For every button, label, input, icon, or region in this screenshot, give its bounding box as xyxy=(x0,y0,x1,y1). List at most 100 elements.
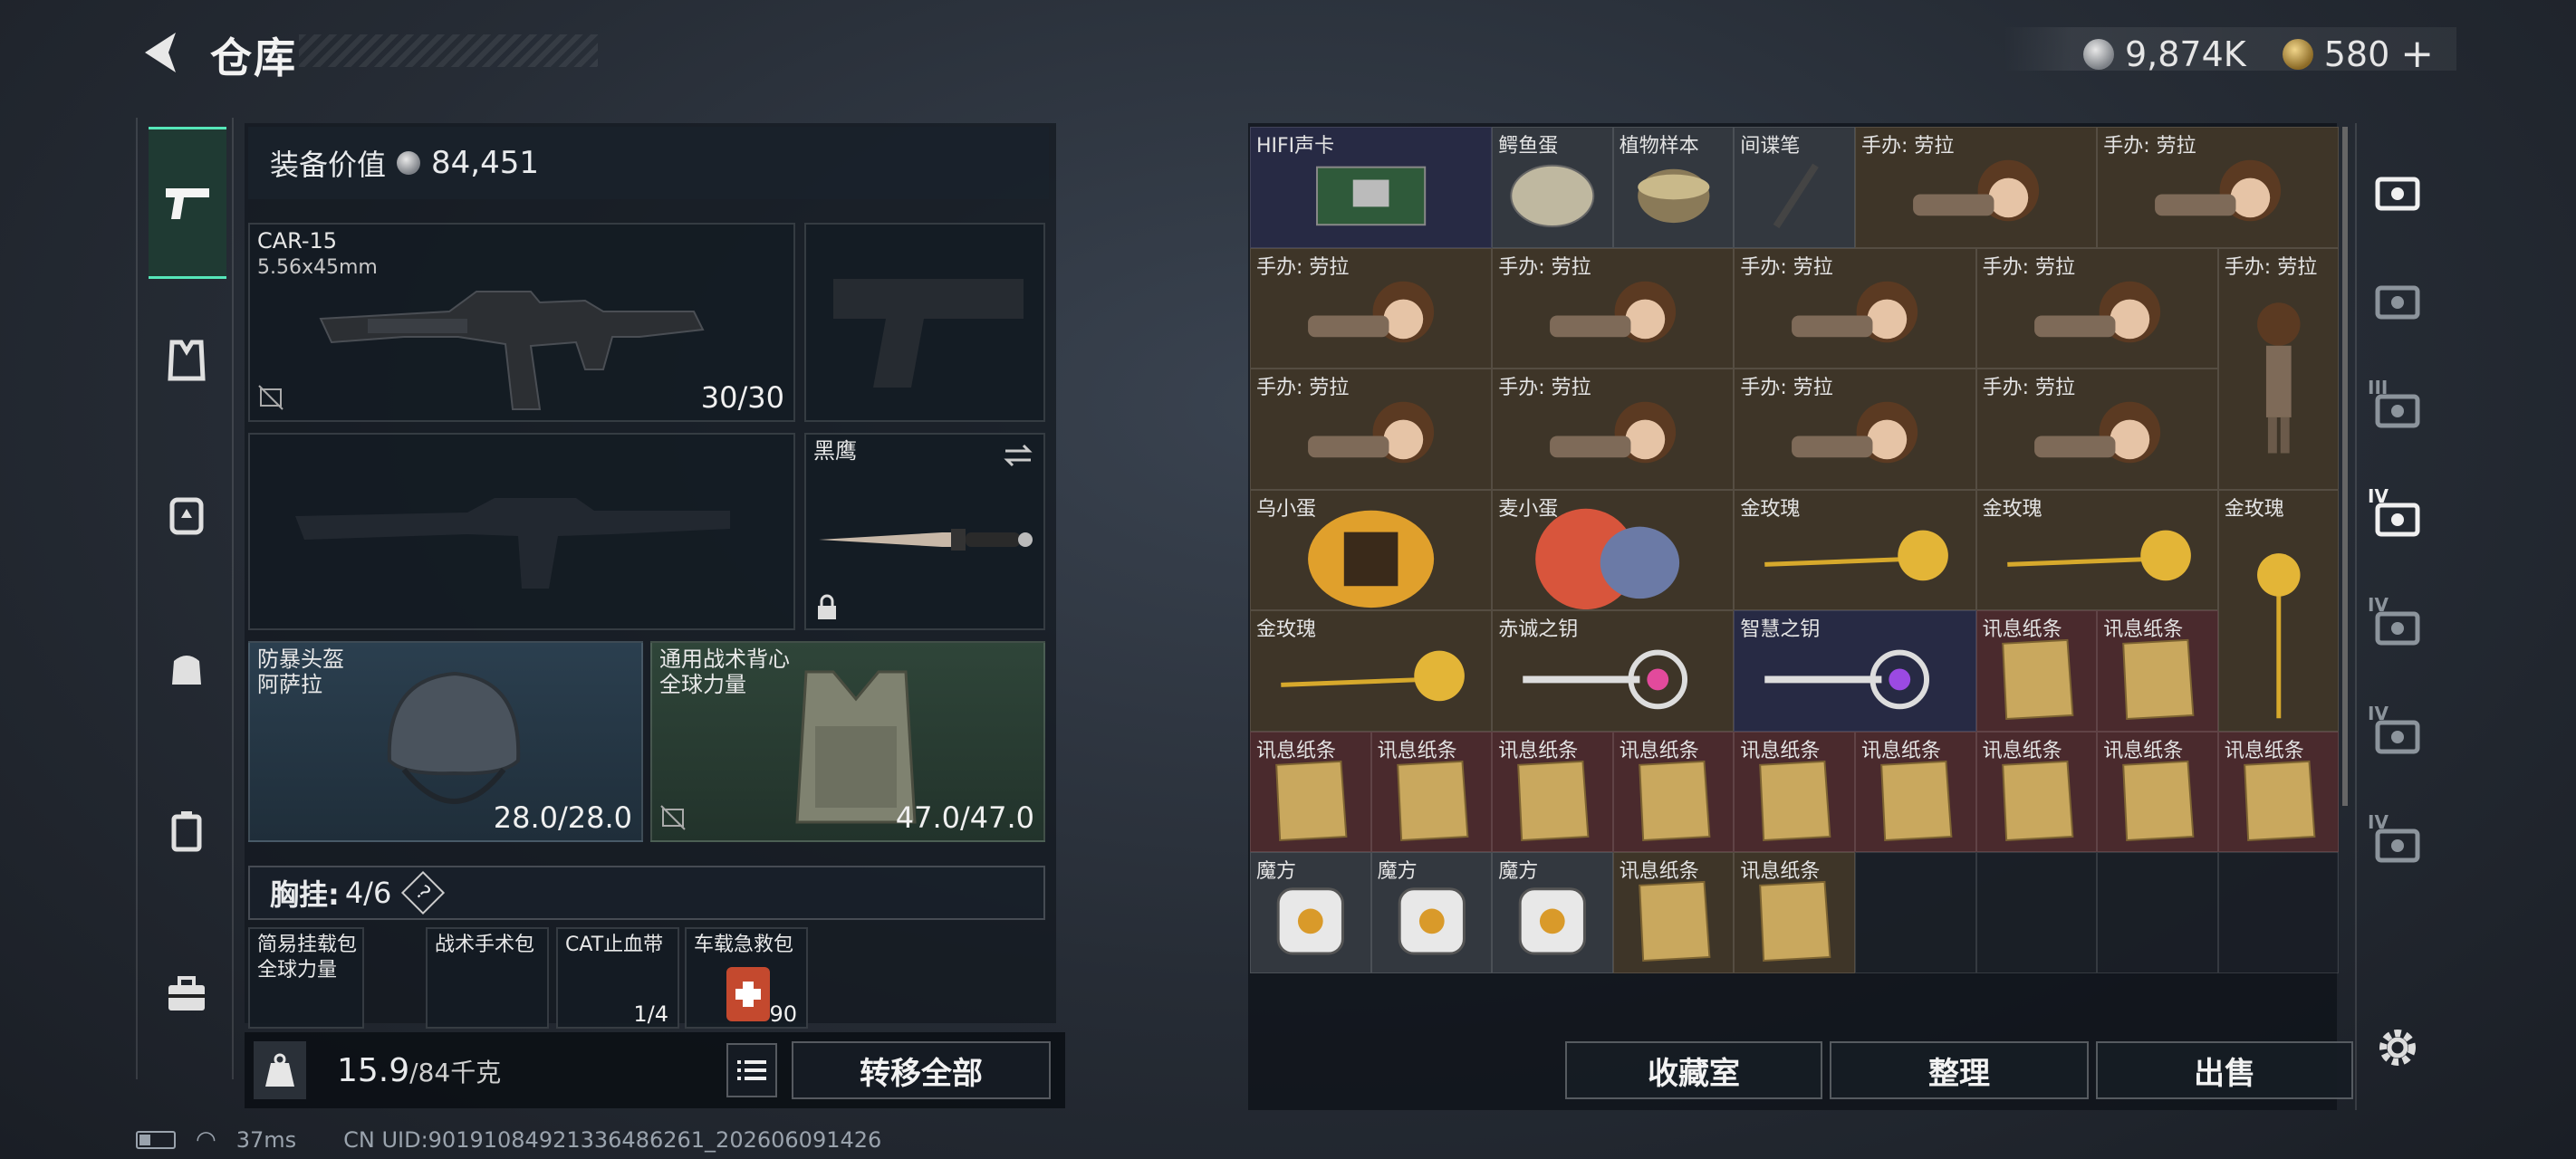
stash-empty-cell[interactable] xyxy=(1975,852,2098,973)
vest-slot[interactable]: 通用战术背心 全球力量 47.0/47.0 xyxy=(650,641,1045,842)
toolbox-icon xyxy=(168,976,205,1011)
sell-button[interactable]: 出售 xyxy=(2096,1041,2353,1099)
stash-item[interactable]: 金玫瑰 xyxy=(1250,610,1493,732)
stash-item[interactable]: 手办: 劳拉 xyxy=(1975,369,2218,490)
rifle-image xyxy=(319,291,705,410)
secondary-weapon-slot[interactable] xyxy=(804,223,1045,422)
stash-item[interactable]: 手办: 劳拉 xyxy=(1492,369,1735,490)
stash-tab-5[interactable]: IV xyxy=(2366,594,2429,659)
stash-item-label: 讯息纸条 xyxy=(1982,739,2062,762)
stash-item[interactable]: 赤诚之钥 xyxy=(1492,610,1735,732)
stash-item[interactable]: 讯息纸条 xyxy=(1975,610,2098,732)
stash-item[interactable]: 魔方 xyxy=(1250,852,1371,973)
stash-item[interactable]: 植物样本 xyxy=(1612,127,1735,248)
helmet-origin: 阿萨拉 xyxy=(257,672,322,697)
stash-item[interactable]: 讯息纸条 xyxy=(1612,731,1735,852)
nav-weapons[interactable] xyxy=(149,127,226,279)
stash-item[interactable]: 手办: 劳拉 xyxy=(1250,247,1493,369)
melee-slot[interactable]: 黑鹰 xyxy=(804,433,1045,630)
list-view-button[interactable] xyxy=(726,1043,777,1097)
stash-item[interactable]: 魔方 xyxy=(1492,852,1613,973)
stash-item[interactable]: 讯息纸条 xyxy=(1975,731,2098,852)
stash-item[interactable]: 金玫瑰 xyxy=(2217,489,2340,732)
helmet-slot[interactable]: 防暴头盔 阿萨拉 28.0/28.0 xyxy=(248,641,643,842)
stash-item[interactable]: 智慧之钥 xyxy=(1734,610,1976,732)
stash-item-label: 讯息纸条 xyxy=(1256,739,1337,762)
stash-item-label: 金玫瑰 xyxy=(1740,497,1801,521)
equipment-value: 84,451 xyxy=(431,145,539,181)
stash-scrollbar[interactable] xyxy=(2342,127,2348,806)
no-insure-icon xyxy=(660,805,686,830)
stash-tab-7[interactable]: IV xyxy=(2366,811,2429,876)
stash-tab-level: III xyxy=(2368,377,2389,398)
stash-item[interactable]: 讯息纸条 xyxy=(1734,731,1855,852)
nav-armor[interactable] xyxy=(149,322,225,398)
second-primary-slot[interactable] xyxy=(248,433,795,630)
stash-item[interactable]: 讯息纸条 xyxy=(2217,731,2340,852)
stash-item-label: 手办: 劳拉 xyxy=(1861,135,1955,158)
rig-item[interactable]: 战术手术包 xyxy=(426,927,549,1029)
stash-tab-level: IV xyxy=(2368,594,2389,616)
stash-empty-cell[interactable] xyxy=(2097,852,2218,973)
stash-item[interactable]: 讯息纸条 xyxy=(1855,731,1976,852)
no-insure-icon xyxy=(258,385,284,410)
stash-item[interactable]: 手办: 劳拉 xyxy=(1734,247,1976,369)
stash-empty-cell[interactable] xyxy=(1855,852,1976,973)
stash-item[interactable]: 讯息纸条 xyxy=(2097,731,2218,852)
stash-item[interactable]: 魔方 xyxy=(1370,852,1493,973)
nav-toolbox[interactable] xyxy=(149,956,225,1032)
stash-item[interactable]: 手办: 劳拉 xyxy=(1492,247,1735,369)
rig-item[interactable]: 简易挂载包 全球力量 xyxy=(248,927,364,1029)
stash-item[interactable]: 金玫瑰 xyxy=(1975,489,2218,610)
swap-icon[interactable] xyxy=(1002,442,1034,469)
stash-item[interactable]: 手办: 劳拉 xyxy=(1250,369,1493,490)
stash-tab-3[interactable]: III xyxy=(2366,377,2429,442)
stash-item-label: 手办: 劳拉 xyxy=(1498,255,1591,279)
stash-item[interactable]: 乌小蛋 xyxy=(1250,489,1493,610)
weight-button[interactable] xyxy=(254,1041,306,1099)
stash-item[interactable]: 手办: 劳拉 xyxy=(1734,369,1976,490)
stash-item-label: HIFI声卡 xyxy=(1256,135,1335,158)
stash-item[interactable]: 讯息纸条 xyxy=(1734,852,1855,973)
collection-room-button[interactable]: 收藏室 xyxy=(1565,1041,1822,1099)
stash-item[interactable]: 讯息纸条 xyxy=(2097,610,2218,732)
stash-item[interactable]: 讯息纸条 xyxy=(1250,731,1371,852)
rig-item-value: 1/4 xyxy=(633,1001,668,1027)
stash-item[interactable]: 手办: 劳拉 xyxy=(2217,247,2340,490)
rig-item[interactable]: 车载急救包 90 xyxy=(685,927,808,1029)
list-icon xyxy=(737,1060,766,1080)
stash-item-label: 乌小蛋 xyxy=(1256,497,1317,521)
nav-secure-case[interactable] xyxy=(149,793,225,869)
stash-item-label: 手办: 劳拉 xyxy=(1740,377,1833,399)
add-currency-button[interactable]: + xyxy=(2400,31,2434,77)
stash-item[interactable]: 手办: 劳拉 xyxy=(1975,247,2218,369)
stash-item[interactable]: 鳄鱼蛋 xyxy=(1492,127,1613,248)
stash-tab-2[interactable] xyxy=(2366,268,2429,333)
nav-rig[interactable] xyxy=(149,476,225,552)
stash-item-label: 魔方 xyxy=(1256,860,1297,883)
weight-max: /84千克 xyxy=(409,1058,502,1087)
stash-item[interactable]: 麦小蛋 xyxy=(1492,489,1735,610)
stash-item[interactable]: HIFI声卡 xyxy=(1250,127,1493,248)
nav-backpack[interactable] xyxy=(149,630,225,706)
stash-tab-6[interactable]: IV xyxy=(2366,703,2429,768)
stash-item[interactable]: 讯息纸条 xyxy=(1370,731,1493,852)
rig-item[interactable]: CAT止血带 1/4 xyxy=(556,927,679,1029)
stash-item[interactable]: 间谍笔 xyxy=(1734,127,1855,248)
sort-button[interactable]: 整理 xyxy=(1830,1041,2089,1099)
stash-item[interactable]: 金玫瑰 xyxy=(1734,489,1976,610)
stash-tab-4[interactable]: IV xyxy=(2366,485,2429,551)
rig-item-name: 简易挂载包 xyxy=(257,934,358,956)
help-icon[interactable]: ? xyxy=(401,870,446,915)
stash-item[interactable]: 讯息纸条 xyxy=(1612,852,1735,973)
stash-item[interactable]: 手办: 劳拉 xyxy=(1855,127,2098,248)
stash-empty-cell[interactable] xyxy=(2217,852,2340,973)
primary-weapon-slot[interactable]: CAR-15 5.56x45mm 30/30 xyxy=(248,223,795,422)
transfer-all-button[interactable]: 转移全部 xyxy=(792,1041,1051,1099)
stash-tab-1[interactable] xyxy=(2366,159,2429,225)
stash-item-label: 讯息纸条 xyxy=(2103,618,2184,641)
stash-item[interactable]: 讯息纸条 xyxy=(1492,731,1613,852)
settings-gear-icon[interactable] xyxy=(2373,1023,2422,1072)
back-arrow-icon[interactable] xyxy=(136,27,183,78)
stash-item[interactable]: 手办: 劳拉 xyxy=(2097,127,2340,248)
